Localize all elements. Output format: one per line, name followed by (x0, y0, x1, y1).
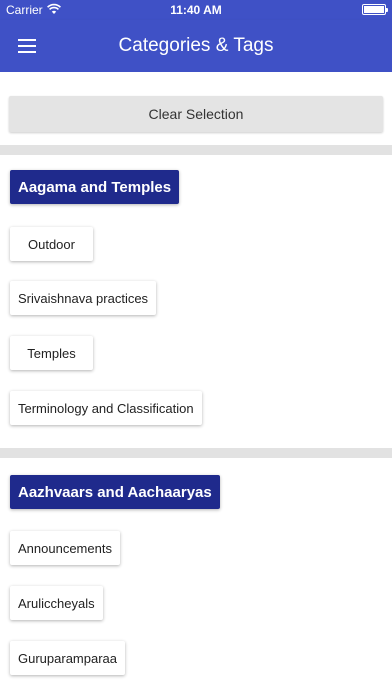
clock: 11:40 AM (170, 3, 222, 17)
battery-icon (362, 4, 388, 15)
page-title: Categories & Tags (118, 35, 274, 56)
tag-chip[interactable]: Aruliccheyals (10, 586, 103, 620)
tag-chip[interactable]: Srivaishnava practices (10, 281, 157, 315)
tag-chip[interactable]: Announcements (10, 531, 120, 565)
tag-chip[interactable]: Guruparamparaa (10, 641, 125, 675)
status-bar: Carrier 11:40 AM (0, 0, 392, 20)
tag-chip[interactable]: Temples (10, 336, 93, 370)
clear-selection-button[interactable]: Clear Selection (9, 96, 383, 132)
clear-selection-panel: Clear Selection (0, 72, 392, 145)
tag-chip[interactable]: Outdoor (10, 227, 93, 261)
tag-chip[interactable]: Terminology and Classification (10, 391, 202, 425)
section-divider (0, 145, 392, 155)
category-section-aazhvaars: Aazhvaars and Aachaaryas Announcements A… (0, 458, 392, 696)
category-header[interactable]: Aazhvaars and Aachaaryas (10, 475, 220, 509)
category-section-aagama: Aagama and Temples Outdoor Srivaishnava … (0, 155, 392, 448)
section-divider (0, 448, 392, 458)
app-bar: Categories & Tags (0, 20, 392, 72)
category-header[interactable]: Aagama and Temples (10, 170, 180, 204)
